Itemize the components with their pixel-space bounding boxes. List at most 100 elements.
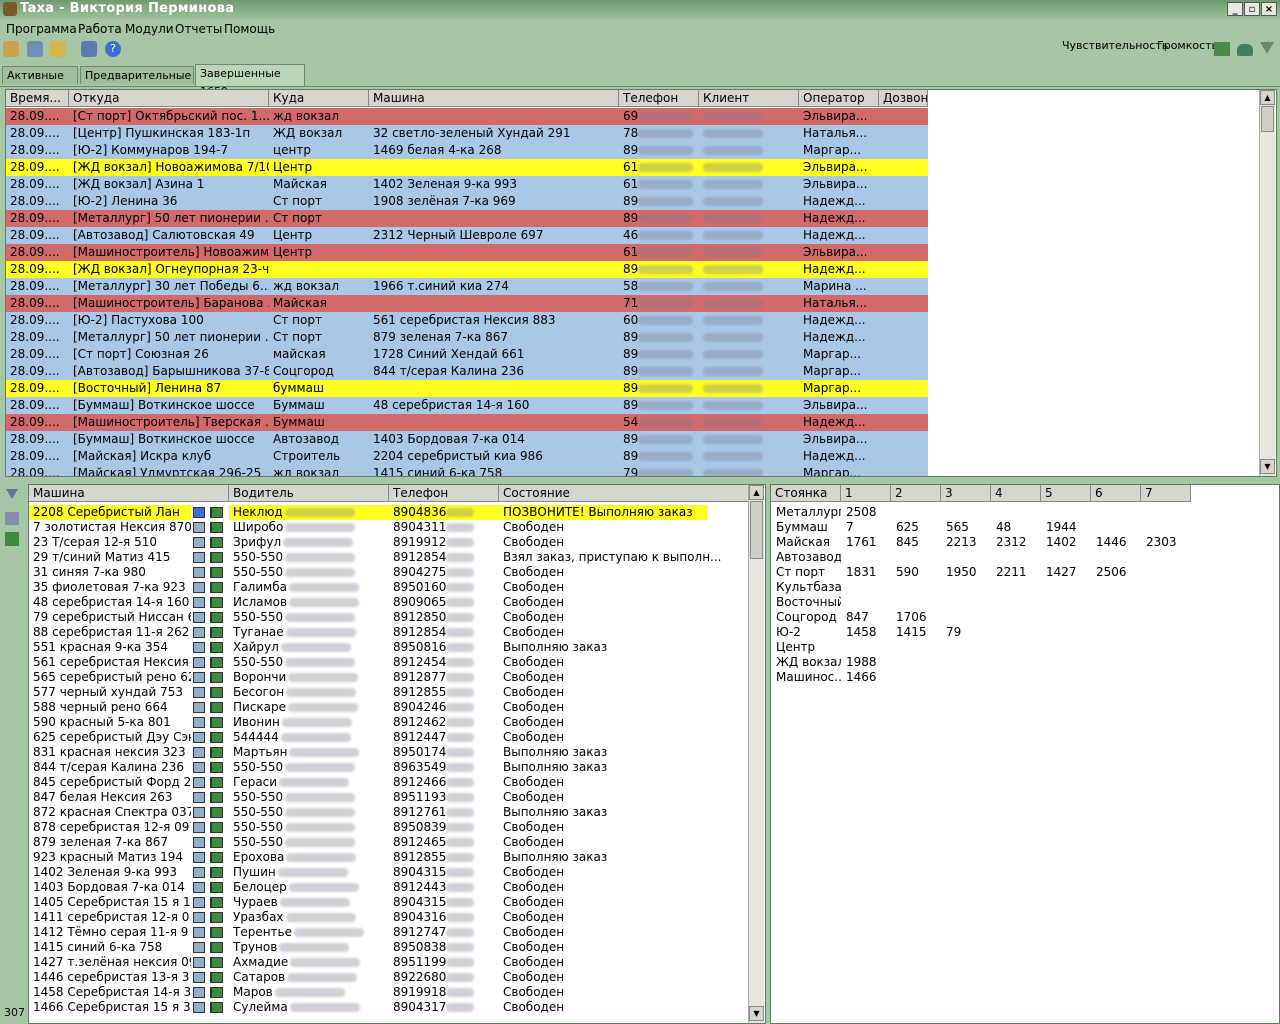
minimize-button[interactable]: _ bbox=[1227, 2, 1243, 16]
driver-row[interactable]: 1415 синий 6-ка 758 Трунов 8950838 Свободен bbox=[29, 940, 749, 955]
stand-row[interactable]: Центр bbox=[771, 640, 1271, 655]
driver-row[interactable]: 847 белая Нексия 263 550-550 8951193 Свобод… bbox=[29, 790, 749, 805]
order-row[interactable]: 28.09.... [Ю-2] Коммунаров 194-7 центр 1469… bbox=[6, 142, 928, 159]
layout-icon[interactable] bbox=[81, 41, 97, 57]
order-row[interactable]: 28.09.... [ЖД вокзал] Азина 1 Майская 1402 … bbox=[6, 176, 928, 193]
list-icon[interactable] bbox=[27, 41, 43, 57]
driver-row[interactable]: 23 Т/серая 12-я 510 Зрифул 8919912 Свободен bbox=[29, 535, 749, 550]
driver-row[interactable]: 1405 Серебристая 15 я 1 Чураев 8904315 Своб… bbox=[29, 895, 749, 910]
orders-col-header[interactable]: Время... bbox=[6, 90, 69, 107]
orders-col-header[interactable]: Оператор bbox=[799, 90, 879, 107]
driver-row[interactable]: 31 синяя 7-ка 980 550-550 8904275 Свободен bbox=[29, 565, 749, 580]
stand-row[interactable]: Майская 1761 845 2213 2312 1402 1446 2303 bbox=[771, 535, 1271, 550]
driver-row[interactable]: 561 серебристая Нексия 550-550 8912454 Своб… bbox=[29, 655, 749, 670]
order-row[interactable]: 28.09.... [Ст порт] Октябрьский пос. 1...… bbox=[6, 108, 928, 125]
filter-icon[interactable] bbox=[6, 489, 18, 499]
driver-row[interactable]: 1412 Тёмно серая 11-я 9 Терентье 8912747 Св… bbox=[29, 925, 749, 940]
order-row[interactable]: 28.09.... [Буммаш] Воткинское шоссе Автоза… bbox=[6, 431, 928, 448]
scroll-down-icon[interactable]: ▼ bbox=[1260, 459, 1275, 474]
order-row[interactable]: 28.09.... [Ю-2] Пастухова 100 Ст порт 561 с… bbox=[6, 312, 928, 329]
driver-row[interactable]: 590 красный 5-ка 801 Ивонин 8912462 Свободе… bbox=[29, 715, 749, 730]
report-icon[interactable] bbox=[50, 41, 66, 57]
driver-row[interactable]: 1458 Серебристая 14-я 3 Маров 8919918 Свобо… bbox=[29, 985, 749, 1000]
driver-row[interactable]: 88 серебристая 11-я 262 Туганае 8912854 Сво… bbox=[29, 625, 749, 640]
maximize-button[interactable]: ▫ bbox=[1244, 2, 1260, 16]
order-row[interactable]: 28.09.... [Металлург] 50 лет пионерии ...… bbox=[6, 210, 928, 227]
drivers-scrollbar[interactable]: ▲ ▼ bbox=[748, 485, 764, 1023]
orders-col-header[interactable]: Куда bbox=[269, 90, 369, 107]
order-row[interactable]: 28.09.... [Центр] Пушкинская 183-1п ЖД вок… bbox=[6, 125, 928, 142]
driver-row[interactable]: 577 черный хундай 753 Бесогон 8912855 Свобо… bbox=[29, 685, 749, 700]
driver-row[interactable]: 844 т/серая Калина 236 550-550 8963549 Выпо… bbox=[29, 760, 749, 775]
order-row[interactable]: 28.09.... [Металлург] 50 лет пионерии ...… bbox=[6, 329, 928, 346]
tab-active[interactable]: Активные 18 bbox=[2, 66, 78, 100]
driver-row[interactable]: 831 красная нексия 323 Мартьян 8950174 Выпо… bbox=[29, 745, 749, 760]
driver-row[interactable]: 1402 Зеленая 9-ка 993 Пушин 8904315 Свободе… bbox=[29, 865, 749, 880]
stands-col-header[interactable]: 2 bbox=[891, 485, 941, 502]
close-button[interactable]: × bbox=[1261, 2, 1277, 16]
driver-row[interactable]: 872 красная Спектра 037 550-550 8912761 Вып… bbox=[29, 805, 749, 820]
order-row[interactable]: 28.09.... [Автозавод] Барышникова 37-84 Со… bbox=[6, 363, 928, 380]
stands-col-header[interactable]: 6 bbox=[1091, 485, 1141, 502]
order-row[interactable]: 28.09.... [Буммаш] Воткинское шоссе Буммаш… bbox=[6, 397, 928, 414]
order-row[interactable]: 28.09.... [Машиностроитель] Баранова ... М… bbox=[6, 295, 928, 312]
scroll-thumb[interactable] bbox=[1261, 106, 1274, 132]
menu-help[interactable]: Помощь bbox=[224, 22, 275, 36]
order-row[interactable]: 28.09.... [ЖД вокзал] Огнеупорная 23-чд 89… bbox=[6, 261, 928, 278]
scroll-up-icon[interactable]: ▲ bbox=[1260, 90, 1275, 105]
driver-row[interactable]: 588 черный рено 664 Пискаре 8904246 Свободе… bbox=[29, 700, 749, 715]
stand-row[interactable]: Ст порт 1831 590 1950 2211 1427 2506 bbox=[771, 565, 1271, 580]
orders-scrollbar[interactable]: ▲ ▼ bbox=[1259, 90, 1275, 476]
stand-row[interactable]: Машинос... 1466 bbox=[771, 670, 1271, 685]
order-row[interactable]: 28.09.... [Металлург] 30 лет Победы 6... ж… bbox=[6, 278, 928, 295]
orders-col-header[interactable]: Откуда bbox=[69, 90, 269, 107]
tab-completed[interactable]: Завершенные 1659 bbox=[195, 64, 305, 98]
menu-modules[interactable]: Модули bbox=[125, 22, 174, 36]
driver-row[interactable]: 878 серебристая 12-я 097 550-550 8950839 Св… bbox=[29, 820, 749, 835]
driver-row[interactable]: 2208 Серебристый Лан Неклюд 8904836 ПОЗВОНИ… bbox=[29, 505, 749, 520]
phone-icon[interactable] bbox=[1237, 44, 1253, 56]
driver-row[interactable]: 923 красный Матиз 194 Ерохова 8912855 Выпол… bbox=[29, 850, 749, 865]
stand-row[interactable]: ЖД вокзал 1988 bbox=[771, 655, 1271, 670]
stands-col-header[interactable]: 3 bbox=[941, 485, 991, 502]
driver-row[interactable]: 7 золотистая Нексия 870 Широбо 8904311 Своб… bbox=[29, 520, 749, 535]
drivers-col-header[interactable]: Машина bbox=[29, 485, 229, 502]
tab-preliminary[interactable]: Предварительные 3 bbox=[80, 66, 194, 100]
driver-row[interactable]: 35 фиолетовая 7-ка 923 Галимба 8950160 Своб… bbox=[29, 580, 749, 595]
orders-col-header[interactable]: Клиент bbox=[699, 90, 799, 107]
menu-program[interactable]: Программа bbox=[6, 22, 77, 36]
orders-icon[interactable] bbox=[3, 41, 19, 57]
antenna-icon[interactable] bbox=[1214, 42, 1230, 56]
driver-row[interactable]: 1446 серебристая 13-я 3 Сатаров 8922680 Сво… bbox=[29, 970, 749, 985]
driver-row[interactable]: 845 серебристый Форд 2 Гераси 8912466 Свобо… bbox=[29, 775, 749, 790]
stand-row[interactable]: Автозавод bbox=[771, 550, 1271, 565]
home-icon[interactable] bbox=[5, 512, 19, 525]
driver-row[interactable]: 48 серебристая 14-я 160 Исламов 8909065 Сво… bbox=[29, 595, 749, 610]
order-row[interactable]: 28.09.... [Ст порт] Союзная 26 майская 1728… bbox=[6, 346, 928, 363]
order-row[interactable]: 28.09.... [Машиностроитель] Тверская ... Б… bbox=[6, 414, 928, 431]
driver-row[interactable]: 79 серебристый Ниссан 6 550-550 8912850 Сво… bbox=[29, 610, 749, 625]
stand-row[interactable]: Соцгород 847 1706 bbox=[771, 610, 1271, 625]
driver-row[interactable]: 625 серебристый Дэу Сэнс 544444 8912447 Сво… bbox=[29, 730, 749, 745]
stands-col-header[interactable]: 4 bbox=[991, 485, 1041, 502]
stands-col-header[interactable]: 1 bbox=[841, 485, 891, 502]
stand-row[interactable]: Буммаш 7 625 565 48 1944 bbox=[771, 520, 1271, 535]
drivers-col-header[interactable]: Состояние bbox=[499, 485, 749, 502]
driver-row[interactable]: 1466 Серебристая 15 я 3 Сулейма 8904317 Сво… bbox=[29, 1000, 749, 1015]
menu-work[interactable]: Работа bbox=[78, 22, 122, 36]
orders-col-header[interactable]: Машина bbox=[369, 90, 619, 107]
stand-row[interactable]: Ю-2 1458 1415 79 bbox=[771, 625, 1271, 640]
driver-row[interactable]: 29 т/синий Матиз 415 550-550 8912854 Взял з… bbox=[29, 550, 749, 565]
driver-row[interactable]: 1403 Бордовая 7-ка 014 Белоцер 8912443 Своб… bbox=[29, 880, 749, 895]
scroll-down-icon[interactable]: ▼ bbox=[749, 1006, 764, 1021]
order-row[interactable]: 28.09.... [ЖД вокзал] Новоажимова 7/10 Цен… bbox=[6, 159, 928, 176]
flag-icon[interactable] bbox=[5, 532, 19, 546]
help-icon[interactable]: ? bbox=[105, 41, 121, 57]
driver-row[interactable]: 1427 т.зелёная нексия 09 Ахмадие 8951199 Св… bbox=[29, 955, 749, 970]
driver-row[interactable]: 879 зеленая 7-ка 867 550-550 8912465 Свобод… bbox=[29, 835, 749, 850]
orders-col-header[interactable]: Телефон bbox=[619, 90, 699, 107]
scroll-up-icon[interactable]: ▲ bbox=[749, 485, 764, 500]
stand-row[interactable]: Культбаза bbox=[771, 580, 1271, 595]
order-row[interactable]: 28.09.... [Восточный] Ленина 87 буммаш 89 Ма… bbox=[6, 380, 928, 397]
order-row[interactable]: 28.09.... [Машиностроитель] Новоажим... Це… bbox=[6, 244, 928, 261]
